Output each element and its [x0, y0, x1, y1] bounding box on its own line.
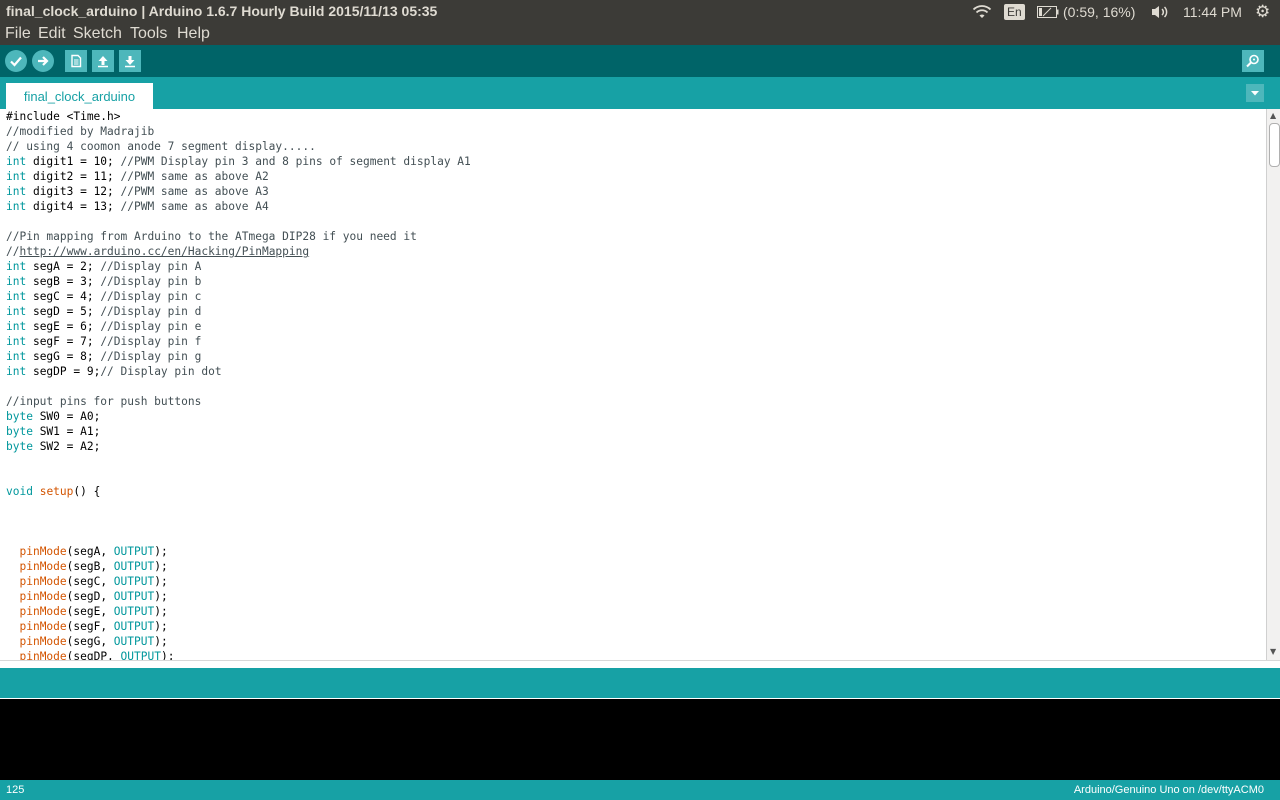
- open-sketch-button[interactable]: [92, 50, 114, 72]
- code-line[interactable]: ​: [6, 529, 471, 544]
- code-line[interactable]: byte SW1 = A1;: [6, 424, 471, 439]
- code-line[interactable]: ​: [6, 469, 471, 484]
- code-line[interactable]: //http://www.arduino.cc/en/Hacking/PinMa…: [6, 244, 471, 259]
- magnifier-icon: [1246, 54, 1259, 68]
- code-line[interactable]: int segC = 4; //Display pin c: [6, 289, 471, 304]
- menu-edit[interactable]: Edit: [38, 25, 66, 43]
- code-line[interactable]: //input pins for push buttons: [6, 394, 471, 409]
- clock[interactable]: 11:44 PM: [1183, 0, 1242, 24]
- code-line[interactable]: pinMode(segDP, OUTPUT);: [6, 649, 471, 660]
- code-line[interactable]: void setup() {: [6, 484, 471, 499]
- scrollbar-thumb[interactable]: [1269, 123, 1280, 167]
- code-line[interactable]: ​: [6, 379, 471, 394]
- menu-tools[interactable]: Tools: [130, 25, 167, 43]
- code-line[interactable]: pinMode(segA, OUTPUT);: [6, 544, 471, 559]
- arrow-up-icon: [98, 56, 108, 68]
- verify-button[interactable]: [5, 50, 27, 72]
- code-line[interactable]: int segDP = 9;// Display pin dot: [6, 364, 471, 379]
- code-line[interactable]: int digit1 = 10; //PWM Display pin 3 and…: [6, 154, 471, 169]
- code-line[interactable]: ​: [6, 214, 471, 229]
- menu-file[interactable]: File: [5, 25, 31, 43]
- upload-button[interactable]: [32, 50, 54, 72]
- menu-help[interactable]: Help: [177, 25, 210, 43]
- code-line[interactable]: ​: [6, 514, 471, 529]
- keyboard-language-indicator[interactable]: En: [1004, 0, 1025, 24]
- code-line[interactable]: pinMode(segD, OUTPUT);: [6, 589, 471, 604]
- code-line[interactable]: ​: [6, 454, 471, 469]
- code-line[interactable]: int digit3 = 12; //PWM same as above A3: [6, 184, 471, 199]
- board-port-info: Arduino/Genuino Uno on /dev/ttyACM0: [1073, 784, 1264, 796]
- code-line[interactable]: int digit4 = 13; //PWM same as above A4: [6, 199, 471, 214]
- tab-bar: final_clock_arduino: [0, 77, 1280, 109]
- new-sketch-button[interactable]: [65, 50, 87, 72]
- code-line[interactable]: //Pin mapping from Arduino to the ATmega…: [6, 229, 471, 244]
- code-line[interactable]: int segG = 8; //Display pin g: [6, 349, 471, 364]
- wifi-icon[interactable]: [972, 0, 992, 24]
- code-line[interactable]: byte SW0 = A0;: [6, 409, 471, 424]
- save-sketch-button[interactable]: [119, 50, 141, 72]
- code-line[interactable]: int segF = 7; //Display pin f: [6, 334, 471, 349]
- message-bar: [0, 668, 1280, 698]
- arrow-right-icon: [38, 56, 49, 66]
- chevron-down-icon: [1251, 91, 1259, 96]
- arrow-down-icon: [125, 56, 135, 68]
- checkmark-icon: [10, 56, 22, 67]
- gear-icon[interactable]: ⚙: [1255, 0, 1270, 24]
- menu-sketch[interactable]: Sketch: [73, 25, 122, 43]
- serial-monitor-button[interactable]: [1242, 50, 1264, 72]
- toolbar: [0, 45, 1280, 77]
- code-line[interactable]: int segB = 3; //Display pin b: [6, 274, 471, 289]
- code-line[interactable]: int segE = 6; //Display pin e: [6, 319, 471, 334]
- code-line[interactable]: pinMode(segG, OUTPUT);: [6, 634, 471, 649]
- code-line[interactable]: byte SW2 = A2;: [6, 439, 471, 454]
- code-line[interactable]: ​: [6, 499, 471, 514]
- vertical-scrollbar[interactable]: ▲ ▼: [1266, 109, 1280, 660]
- line-number: 125: [6, 784, 25, 796]
- code-line[interactable]: int segD = 5; //Display pin d: [6, 304, 471, 319]
- tab-menu-button[interactable]: [1246, 84, 1264, 102]
- volume-icon[interactable]: [1150, 0, 1170, 24]
- status-footer: 125 Arduino/Genuino Uno on /dev/ttyACM0: [0, 780, 1280, 800]
- code-line[interactable]: pinMode(segC, OUTPUT);: [6, 574, 471, 589]
- battery-indicator[interactable]: (0:59, 16%): [1037, 0, 1135, 24]
- code-line[interactable]: int digit2 = 11; //PWM same as above A2: [6, 169, 471, 184]
- battery-text: (0:59, 16%): [1063, 4, 1136, 20]
- scroll-down-icon[interactable]: ▼: [1270, 647, 1276, 656]
- code-line[interactable]: //modified by Madrajib: [6, 124, 471, 139]
- code-line[interactable]: pinMode(segB, OUTPUT);: [6, 559, 471, 574]
- language-label: En: [1004, 4, 1025, 20]
- code-line[interactable]: pinMode(segE, OUTPUT);: [6, 604, 471, 619]
- code-area[interactable]: #include <Time.h>//modified by Madrajib /…: [6, 109, 471, 660]
- code-line[interactable]: pinMode(segF, OUTPUT);: [6, 619, 471, 634]
- new-file-icon: [71, 54, 82, 68]
- code-line[interactable]: // using 4 coomon anode 7 segment displa…: [6, 139, 471, 154]
- scroll-up-icon[interactable]: ▲: [1270, 111, 1276, 120]
- code-editor[interactable]: #include <Time.h>//modified by Madrajib /…: [0, 109, 1266, 660]
- menu-bar: File Edit Sketch Tools Help: [0, 24, 1280, 45]
- battery-icon: [1037, 6, 1059, 18]
- tab-final-clock-arduino[interactable]: final_clock_arduino: [6, 83, 153, 109]
- code-line[interactable]: #include <Time.h>: [6, 109, 471, 124]
- window-title: final_clock_arduino | Arduino 1.6.7 Hour…: [6, 3, 438, 19]
- code-line[interactable]: int segA = 2; //Display pin A: [6, 259, 471, 274]
- title-bar: final_clock_arduino | Arduino 1.6.7 Hour…: [0, 0, 1280, 24]
- console-output[interactable]: [0, 698, 1280, 781]
